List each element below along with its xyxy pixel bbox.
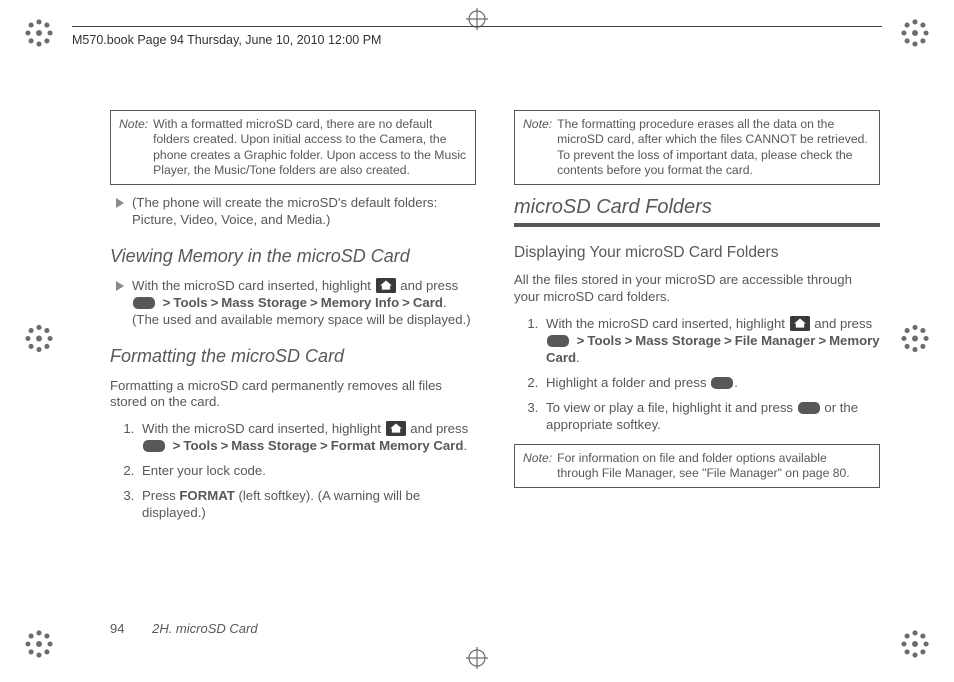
- crop-ornament-icon: [22, 16, 56, 55]
- home-icon: [376, 278, 396, 295]
- page-content: Note: With a formatted microSD card, the…: [110, 110, 880, 622]
- page-number: 94: [110, 621, 124, 636]
- format-steps: With the microSD card inserted, highligh…: [110, 421, 476, 522]
- folders-intro: All the files stored in your microSD are…: [514, 272, 880, 306]
- folders-step-1: With the microSD card inserted, highligh…: [542, 316, 880, 367]
- note-body: With a formatted microSD card, there are…: [153, 117, 467, 178]
- folders-steps: With the microSD card inserted, highligh…: [514, 316, 880, 433]
- home-icon: [386, 421, 406, 438]
- heading-folders: microSD Card Folders: [514, 195, 880, 227]
- heading-displaying: Displaying Your microSD Card Folders: [514, 243, 880, 263]
- format-intro: Formatting a microSD card permanently re…: [110, 378, 476, 412]
- ok-button-icon: [547, 335, 569, 347]
- format-step-2: Enter your lock code.: [138, 463, 476, 480]
- note-box-1: Note: With a formatted microSD card, the…: [110, 110, 476, 185]
- header-stamp: M570.book Page 94 Thursday, June 10, 201…: [72, 26, 882, 47]
- crop-ornament-icon: [22, 627, 56, 666]
- format-step-1: With the microSD card inserted, highligh…: [138, 421, 476, 455]
- header-stamp-text: M570.book Page 94 Thursday, June 10, 201…: [72, 33, 381, 47]
- note-box-2: Note: The formatting procedure erases al…: [514, 110, 880, 185]
- note-label: Note:: [523, 451, 552, 482]
- ok-button-icon: [798, 402, 820, 414]
- ok-button-icon: [143, 440, 165, 452]
- triangle-bullet-icon: [116, 198, 124, 229]
- note-label: Note:: [523, 117, 552, 178]
- registration-mark-icon: [466, 647, 488, 674]
- ok-button-icon: [711, 377, 733, 389]
- heading-formatting: Formatting the microSD Card: [110, 345, 476, 368]
- crop-ornament-icon: [898, 16, 932, 55]
- home-icon: [790, 316, 810, 333]
- note-label: Note:: [119, 117, 148, 178]
- crop-ornament-icon: [898, 627, 932, 666]
- folders-step-3: To view or play a file, highlight it and…: [542, 400, 880, 434]
- bullet-default-folders: (The phone will create the microSD's def…: [116, 195, 476, 229]
- heading-viewing-memory: Viewing Memory in the microSD Card: [110, 245, 476, 268]
- bullet-text: With the microSD card inserted, highligh…: [132, 278, 476, 329]
- note-body: The formatting procedure erases all the …: [557, 117, 871, 178]
- note-body: For information on file and folder optio…: [557, 451, 871, 482]
- bullet-text: (The phone will create the microSD's def…: [132, 195, 476, 229]
- triangle-bullet-icon: [116, 281, 124, 329]
- crop-ornament-icon: [22, 322, 56, 361]
- footer-title: 2H. microSD Card: [152, 621, 257, 636]
- ok-button-icon: [133, 297, 155, 309]
- bullet-viewing-steps: With the microSD card inserted, highligh…: [116, 278, 476, 329]
- crop-ornament-icon: [898, 322, 932, 361]
- format-step-3: Press FORMAT (left softkey). (A warning …: [138, 488, 476, 522]
- column-left: Note: With a formatted microSD card, the…: [110, 110, 476, 622]
- page-footer: 94 2H. microSD Card: [110, 621, 258, 636]
- folders-step-2: Highlight a folder and press .: [542, 375, 880, 392]
- note-box-3: Note: For information on file and folder…: [514, 444, 880, 489]
- column-right: Note: The formatting procedure erases al…: [514, 110, 880, 622]
